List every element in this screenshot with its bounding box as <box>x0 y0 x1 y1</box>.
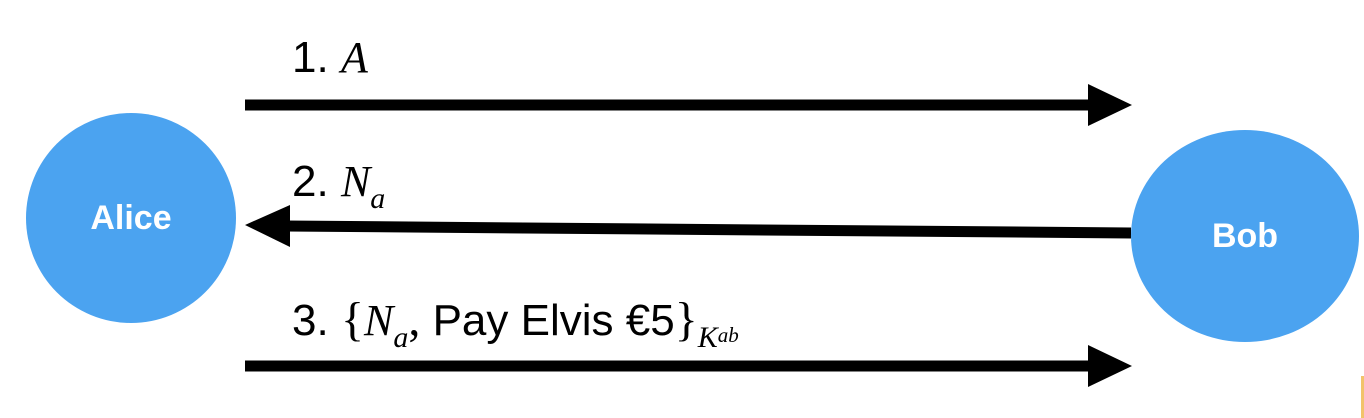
arrow-1-head <box>1088 84 1132 126</box>
message-2-term: N <box>340 157 371 206</box>
bob-label: Bob <box>1211 216 1279 255</box>
bob-node: Bob <box>1131 130 1359 342</box>
message-3-close-brace: } <box>674 293 698 346</box>
message-3-label: 3. {Na, Pay Elvis €5}Kab <box>292 293 739 353</box>
arrow-1-alice-to-bob <box>245 84 1132 126</box>
arrow-2-shaft <box>285 220 1132 239</box>
alice-label: Alice <box>90 198 172 237</box>
message-1-label: 1. A <box>292 36 368 80</box>
arrow-2-head <box>245 205 290 247</box>
message-2-label: 2. Na <box>292 157 385 214</box>
message-2-number: 2. <box>292 157 329 206</box>
alice-node: Alice <box>26 113 236 323</box>
arrow-3-alice-to-bob <box>245 345 1132 387</box>
message-3-number: 3. <box>292 296 329 345</box>
message-3-key-subscript: ab <box>717 323 739 347</box>
message-3-key: K <box>697 321 718 354</box>
message-3-payload: Pay Elvis €5 <box>432 296 675 345</box>
message-1-number: 1. <box>292 33 329 82</box>
message-3-term-subscript: a <box>393 321 409 354</box>
arrow-3-head <box>1088 345 1132 387</box>
message-1-term: A <box>340 33 368 82</box>
message-3-separator: , <box>408 293 421 346</box>
message-3-term: N <box>363 296 394 345</box>
message-2-term-subscript: a <box>370 182 386 215</box>
message-3-open-brace: { <box>340 293 364 346</box>
